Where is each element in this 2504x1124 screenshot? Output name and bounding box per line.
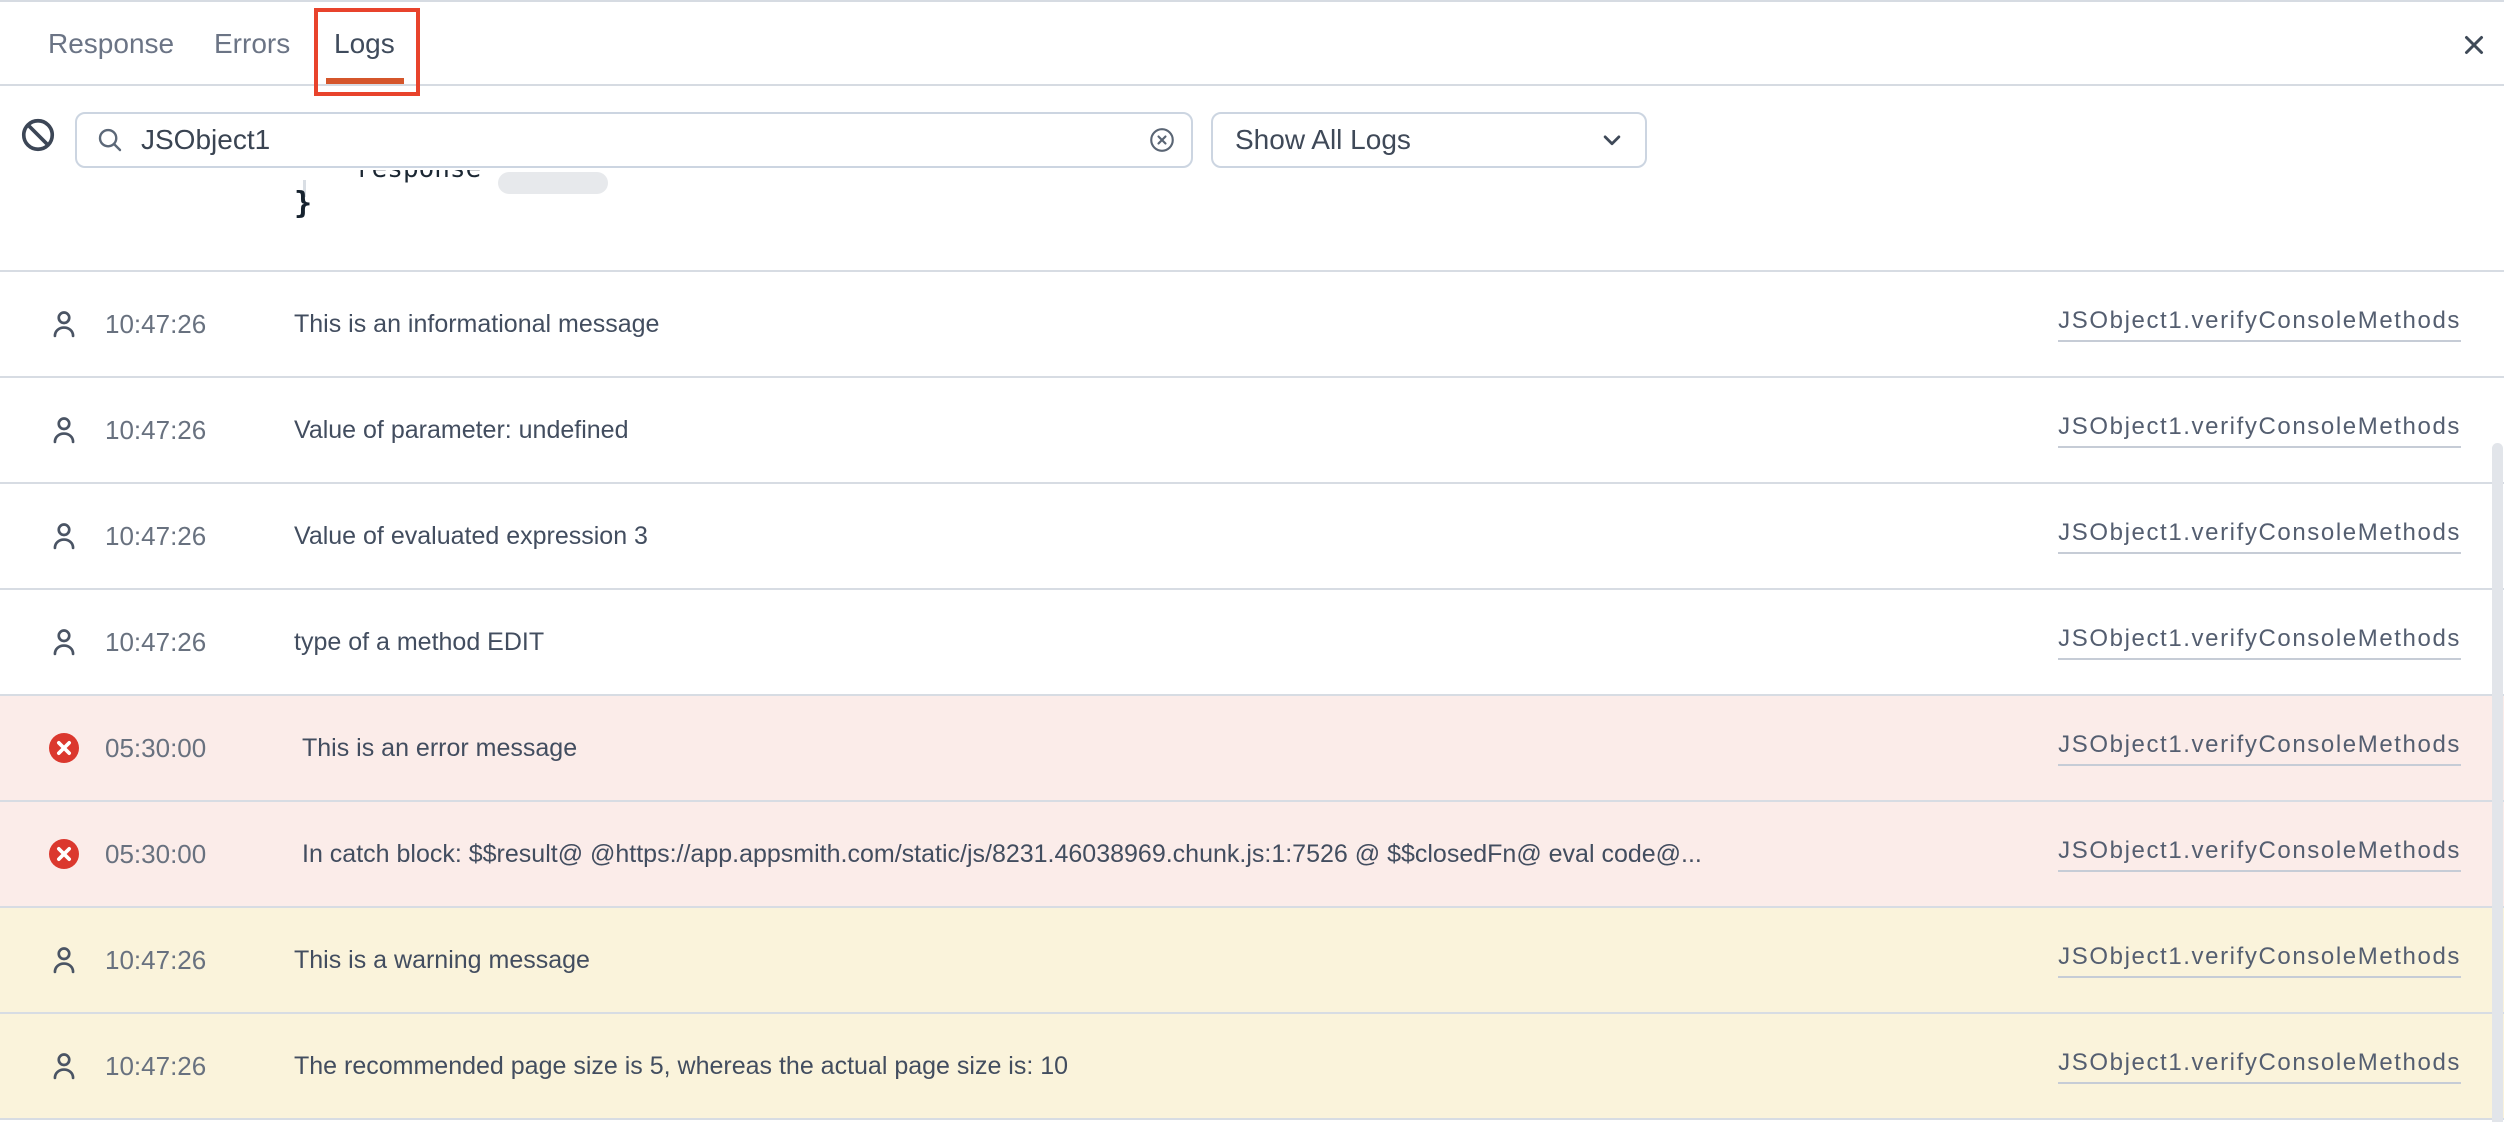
tab-logs[interactable]: Logs <box>334 2 395 86</box>
log-timestamp: 10:47:26 <box>105 521 261 552</box>
log-timestamp: 10:47:26 <box>105 415 261 446</box>
log-entry[interactable]: 10:47:26 Value of evaluated expression 3… <box>0 482 2504 588</box>
log-source-link[interactable]: JSObject1.verifyConsoleMethods <box>2058 307 2461 342</box>
log-entry[interactable]: 10:47:26 The recommended page size is 5,… <box>0 1012 2504 1118</box>
tab-response[interactable]: Response <box>48 2 174 86</box>
log-message: This is an error message <box>302 734 2028 763</box>
vertical-scrollbar-thumb[interactable] <box>2492 443 2503 1122</box>
log-source-link[interactable]: JSObject1.verifyConsoleMethods <box>2058 413 2461 448</box>
log-search-box <box>75 112 1193 168</box>
log-message: In catch block: $$result@ @https://app.a… <box>302 840 2028 869</box>
log-entry[interactable]: 10:47:26 This is an informational messag… <box>0 270 2504 376</box>
log-entry[interactable]: 10:47:26 Value of parameter: undefined J… <box>0 376 2504 482</box>
log-message: This is an informational message <box>294 310 2028 339</box>
user-log-icon <box>47 625 81 659</box>
user-log-icon <box>47 519 81 553</box>
log-filter-dropdown[interactable]: Show All Logs <box>1211 112 1647 168</box>
log-message: type of a method EDIT <box>294 628 2028 657</box>
closing-brace: } <box>294 186 312 221</box>
clear-search-icon[interactable] <box>1147 125 1177 155</box>
log-entry[interactable]: 10:47:26 type of a method EDIT JSObject1… <box>0 588 2504 694</box>
active-tab-indicator <box>326 78 404 84</box>
close-icon <box>2459 30 2489 60</box>
user-log-icon <box>47 413 81 447</box>
log-entry[interactable]: 10:47:26 This is a warning message JSObj… <box>0 906 2504 1012</box>
tree-value-pill <box>498 172 608 194</box>
log-entry[interactable]: 05:30:00 In catch block: $$result@ @http… <box>0 800 2504 906</box>
log-source-link[interactable]: JSObject1.verifyConsoleMethods <box>2058 519 2461 554</box>
logs-filter-row: Show All Logs <box>0 88 2504 170</box>
debugger-tabbar: Response Errors Logs <box>0 0 2504 86</box>
user-log-icon <box>47 307 81 341</box>
user-log-icon <box>47 1049 81 1083</box>
log-source-link[interactable]: JSObject1.verifyConsoleMethods <box>2058 943 2461 978</box>
tree-key-label: response <box>356 170 481 184</box>
log-message: This is a warning message <box>294 946 2028 975</box>
log-list: 10:47:26 This is an informational messag… <box>0 270 2504 1124</box>
user-log-icon <box>47 943 81 977</box>
clear-logs-button[interactable] <box>19 116 57 154</box>
tab-errors[interactable]: Errors <box>214 2 290 86</box>
chevron-down-icon <box>1597 125 1627 155</box>
ban-icon <box>19 116 57 154</box>
log-search-input[interactable] <box>139 123 1147 157</box>
log-filter-selected-value: Show All Logs <box>1235 124 1597 156</box>
log-timestamp: 10:47:26 <box>105 627 261 658</box>
log-timestamp: 05:30:00 <box>105 733 261 764</box>
debugger-panel: Response Errors Logs <box>0 0 2504 1122</box>
log-source-link[interactable]: JSObject1.verifyConsoleMethods <box>2058 837 2461 872</box>
log-message: Value of parameter: undefined <box>294 416 2028 445</box>
log-timestamp: 10:47:26 <box>105 1051 261 1082</box>
expanded-log-tree-peek[interactable]: response } <box>0 170 2504 270</box>
close-panel-button[interactable] <box>2458 29 2490 61</box>
log-source-link[interactable]: JSObject1.verifyConsoleMethods <box>2058 625 2461 660</box>
log-timestamp: 10:47:26 <box>105 309 261 340</box>
search-icon <box>95 125 125 155</box>
log-source-link[interactable]: JSObject1.verifyConsoleMethods <box>2058 731 2461 766</box>
log-entry[interactable]: 05:30:00 This is an error message JSObje… <box>0 694 2504 800</box>
log-source-link[interactable]: JSObject1.verifyConsoleMethods <box>2058 1049 2461 1084</box>
error-log-icon <box>47 732 81 764</box>
log-timestamp: 10:47:26 <box>105 945 261 976</box>
log-timestamp: 05:30:00 <box>105 839 261 870</box>
log-message: Value of evaluated expression 3 <box>294 522 2028 551</box>
log-message: The recommended page size is 5, whereas … <box>294 1052 2028 1081</box>
error-log-icon <box>47 838 81 870</box>
